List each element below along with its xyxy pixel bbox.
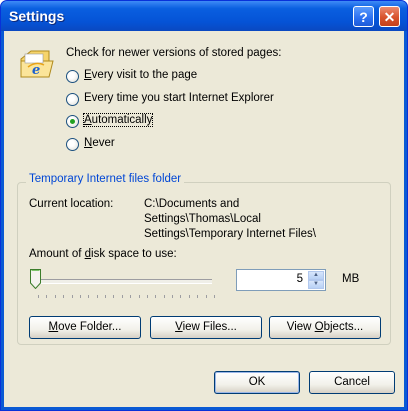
radio-automatically-label[interactable]: Automatically xyxy=(82,113,154,127)
slider-tick xyxy=(138,295,140,298)
spin-down-icon[interactable]: ▼ xyxy=(308,280,324,289)
slider-tick xyxy=(197,295,199,298)
radio-never-label[interactable]: Never xyxy=(84,137,115,149)
radio-every-visit-label[interactable]: Every visit to the page xyxy=(84,69,197,81)
slider-tick xyxy=(113,295,115,298)
disk-space-label: Amount of disk space to use: xyxy=(29,248,177,260)
disk-unit-label: MB xyxy=(342,273,360,285)
disk-space-slider-thumb[interactable] xyxy=(30,269,41,289)
disk-space-value[interactable]: 5 xyxy=(297,273,303,285)
slider-ticks xyxy=(38,295,215,299)
radio-every-visit[interactable] xyxy=(66,70,79,83)
location-line-1: C:\Documents and xyxy=(144,198,240,210)
title-bar[interactable]: Settings ? ✕ xyxy=(1,1,407,31)
help-button[interactable]: ? xyxy=(353,6,374,27)
disk-space-spinbox[interactable]: 5 ▲ ▼ xyxy=(236,269,326,291)
radio-every-start-label[interactable]: Every time you start Internet Explorer xyxy=(84,92,274,104)
slider-tick xyxy=(105,295,107,298)
slider-tick xyxy=(130,295,132,298)
slider-tick xyxy=(188,295,190,298)
slider-tick xyxy=(172,295,174,298)
folder-ie-icon: e xyxy=(20,50,54,78)
slider-tick xyxy=(71,295,73,298)
radio-automatically[interactable] xyxy=(66,115,79,128)
slider-tick xyxy=(54,295,56,298)
slider-tick xyxy=(180,295,182,298)
view-objects-button[interactable]: View Objects... xyxy=(269,316,381,339)
radio-every-start[interactable] xyxy=(66,93,79,106)
slider-tick xyxy=(63,295,65,298)
move-folder-button[interactable]: Move Folder... xyxy=(29,316,141,339)
slider-tick xyxy=(79,295,81,298)
slider-tick xyxy=(163,295,165,298)
slider-tick xyxy=(205,295,207,298)
slider-tick xyxy=(214,295,215,298)
slider-tick xyxy=(46,295,48,298)
svg-text:e: e xyxy=(32,63,40,78)
current-location-label: Current location: xyxy=(29,198,114,210)
location-line-2: Settings\Thomas\Local xyxy=(144,213,261,225)
slider-tick xyxy=(146,295,148,298)
slider-tick xyxy=(38,295,39,298)
view-files-button[interactable]: View Files... xyxy=(150,316,262,339)
slider-tick xyxy=(155,295,157,298)
dialog-body: e Check for newer versions of stored pag… xyxy=(4,31,404,407)
ok-button[interactable]: OK xyxy=(214,371,300,394)
radio-never[interactable] xyxy=(66,138,79,151)
window-title: Settings xyxy=(9,8,65,24)
check-heading: Check for newer versions of stored pages… xyxy=(66,47,282,59)
slider-tick xyxy=(96,295,98,298)
location-line-3: Settings\Temporary Internet Files\ xyxy=(144,228,316,240)
spin-up-icon[interactable]: ▲ xyxy=(308,271,324,280)
slider-tick xyxy=(121,295,123,298)
temp-files-group-title: Temporary Internet files folder xyxy=(26,173,185,185)
disk-space-slider-track[interactable] xyxy=(36,279,212,284)
settings-window: Settings ? ✕ e Check for newer versions … xyxy=(0,0,408,411)
slider-tick xyxy=(88,295,90,298)
close-button[interactable]: ✕ xyxy=(379,6,400,27)
cancel-button[interactable]: Cancel xyxy=(309,371,395,394)
